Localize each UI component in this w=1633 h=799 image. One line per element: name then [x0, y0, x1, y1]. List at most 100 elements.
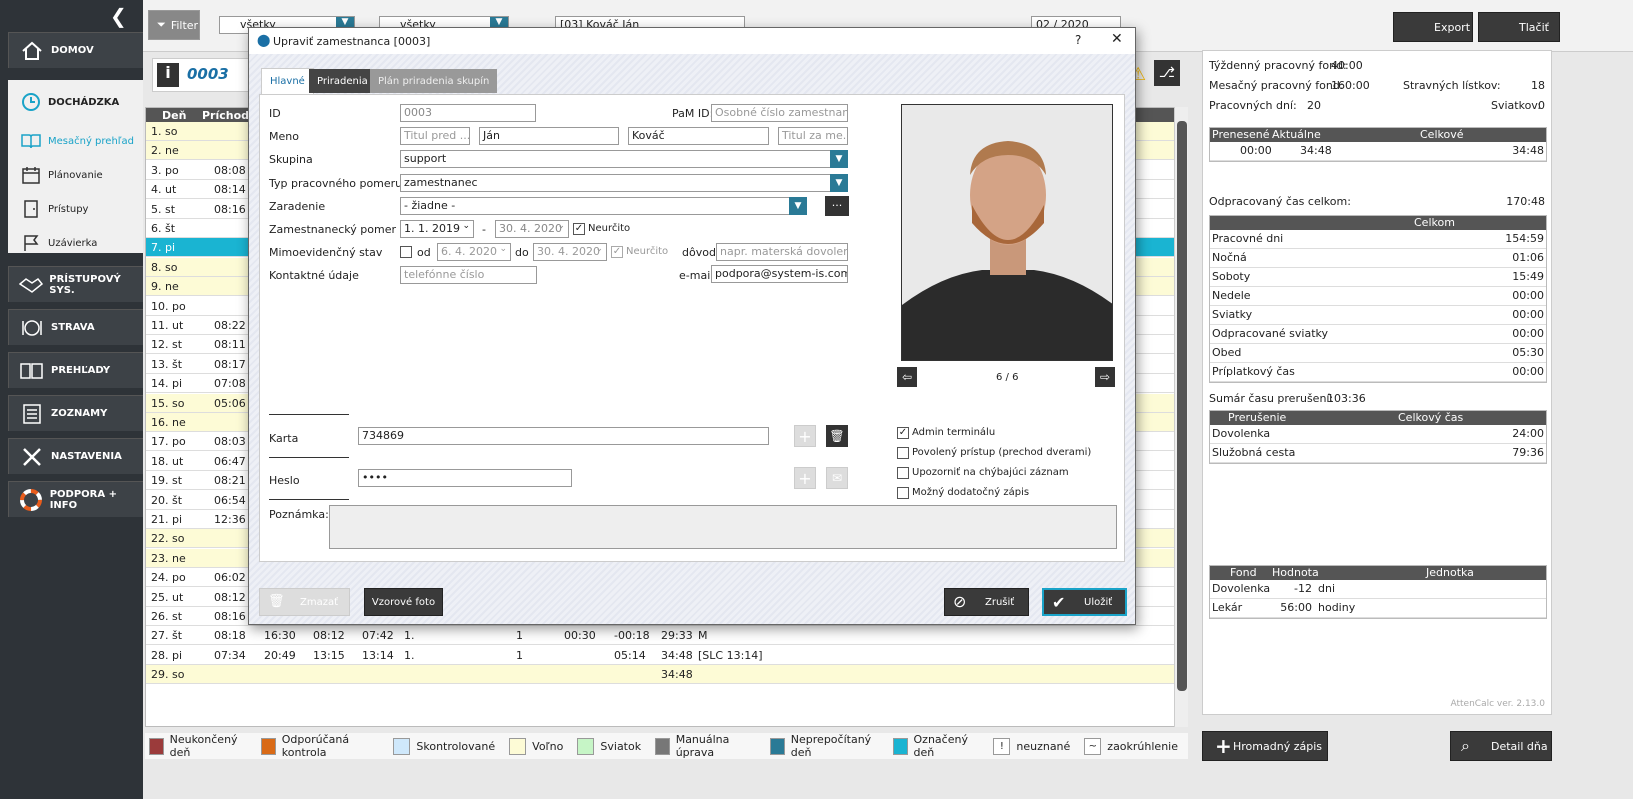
worked-row-value: 05:30 — [1512, 346, 1544, 359]
grid-scrollbar[interactable] — [1174, 107, 1188, 727]
grid-cell: 00:30 — [564, 629, 596, 643]
sample-photo-button[interactable]: Vzorové foto — [364, 588, 443, 616]
option-checkbox[interactable] — [897, 487, 909, 499]
photo-prev-button[interactable]: ⇦ — [897, 367, 917, 387]
worked-row-value: 154:59 — [1505, 232, 1544, 245]
extra-to-date[interactable]: 30. 4. 2020 ⌄ — [533, 243, 607, 261]
table-row[interactable]: 29. so 34:48 — [146, 665, 1176, 685]
password-field[interactable]: •••• — [358, 469, 572, 487]
indefinite2-checkbox[interactable]: ✓ — [611, 246, 623, 258]
last-name-field[interactable]: Kováč — [628, 127, 769, 145]
help-button[interactable]: ? — [1075, 33, 1081, 47]
sample-photo-label: Vzorové foto — [371, 596, 436, 608]
sidebar-item-uzavierka[interactable]: Uzávierka — [8, 226, 143, 260]
main-tab-panel: ID 0003 PaM ID: Osobné číslo zamestnan..… — [259, 94, 1125, 562]
title-after-field[interactable]: Titul za me... — [778, 127, 848, 145]
day-cell: 14. pi — [151, 377, 183, 391]
transfer-value: 34:48 — [1512, 144, 1544, 157]
table-row: Sviatky 00:00 — [1210, 306, 1546, 325]
extra-from-date[interactable]: 6. 4. 2020 ⌄ — [437, 243, 511, 261]
table-row[interactable]: 28. pi 07:34 20:49 13:15 13:14 1. 1 05:14 34:48 [… — [146, 646, 1176, 665]
nav-prehlady[interactable]: PREHĽADY — [8, 352, 143, 388]
phone-field[interactable]: telefónne číslo — [400, 266, 537, 284]
option-checkbox[interactable]: ✓ — [897, 427, 909, 439]
break-row-label: Služobná cesta — [1212, 446, 1296, 459]
legend-label: Skontrolované — [416, 739, 496, 753]
assign-select[interactable]: - žiadne - ▼ — [400, 197, 807, 215]
emp-from-date[interactable]: 1. 1. 2019 ⌄ — [400, 220, 474, 238]
arrival-cell: 06:54 — [214, 493, 246, 507]
option-checkbox[interactable] — [897, 447, 909, 459]
filter-button[interactable]: ⏷ Filter — [148, 10, 200, 40]
bulk-entry-button[interactable]: + Hromadný zápis — [1202, 731, 1328, 761]
day-cell: 28. pi — [151, 648, 183, 662]
pam-field[interactable]: Osobné číslo zamestnan... — [711, 104, 848, 122]
holidays-label: Sviatkov: — [1491, 99, 1541, 112]
export-button[interactable]: Export — [1393, 12, 1473, 42]
assign-more-label: ... — [831, 196, 843, 209]
nav-domov[interactable]: DOMOV — [8, 32, 143, 68]
sidebar-item-pristupy[interactable]: Prístupy — [8, 192, 143, 226]
tab-hlavne[interactable]: Hlavné — [261, 68, 314, 94]
email-field[interactable]: podpora@system-is.com — [711, 265, 848, 283]
photo-next-button[interactable]: ⇨ — [1095, 367, 1115, 387]
save-button[interactable]: ✔ Uložiť — [1042, 588, 1127, 616]
legend-label: Voľno — [532, 739, 564, 753]
day-cell: 29. so — [151, 668, 185, 682]
monthly-fund-label: Mesačný pracovný fond: — [1209, 79, 1344, 92]
pin-icon: ⬤ — [257, 33, 271, 47]
tab-plan-priradenia[interactable]: Plán priradenia skupín — [370, 69, 498, 93]
grid-cell: 34:48 — [661, 648, 693, 662]
extra-checkbox[interactable] — [400, 246, 412, 258]
legend-label: Neukončený deň — [169, 733, 238, 759]
day-detail-button[interactable]: ⌕ Detail dňa — [1450, 731, 1552, 761]
day-cell: 8. so — [151, 260, 178, 274]
nav-podpora[interactable]: PODPORA + INFO — [8, 481, 143, 517]
col-header: Prenesené — [1212, 128, 1270, 141]
sidebar-item-planovanie[interactable]: Plánovanie — [8, 158, 143, 192]
worked-row-value: 00:00 — [1512, 308, 1544, 321]
network-icon[interactable]: ⎇ — [1154, 60, 1180, 86]
close-icon[interactable]: ✕ — [1111, 31, 1123, 47]
cancel-button[interactable]: ⊘ Zrušiť — [944, 588, 1029, 616]
legend-swatch — [655, 737, 670, 755]
dialog-title: Upraviť zamestnanca [0003] — [273, 35, 431, 48]
assign-more-button[interactable]: ... — [825, 196, 849, 216]
sidebar-item-mesacny-prehlad[interactable]: Mesačný prehľad — [8, 124, 143, 158]
nav-zoznamy[interactable]: ZOZNAMY — [8, 395, 143, 431]
print-button[interactable]: Tlačiť — [1478, 12, 1560, 42]
id-field[interactable]: 0003 — [400, 104, 536, 122]
worked-table: Celkom Pracovné dni 154:59 Nočná 01:06 Sobot… — [1209, 215, 1547, 383]
mail-icon[interactable]: ✉ — [826, 467, 848, 489]
type-select[interactable]: zamestnanec ▼ — [400, 174, 848, 192]
arrival-cell: 08:17 — [214, 357, 246, 371]
scrollbar-thumb[interactable] — [1177, 121, 1187, 691]
group-select[interactable]: support ▼ — [400, 150, 848, 168]
arrival-cell: 08:08 — [214, 163, 246, 177]
trash-icon[interactable]: 🗑 — [826, 425, 848, 447]
nav-nastavenia-label: NASTAVENIA — [51, 451, 122, 462]
add-password-icon[interactable]: + — [794, 467, 816, 489]
emp-to-date[interactable]: 30. 4. 2020 ⌄ — [495, 220, 569, 238]
nav-pristupovy-sys[interactable]: PRÍSTUPOVÝ SYS. — [8, 266, 143, 302]
reason-field[interactable]: napr. materská dovolenka — [716, 243, 848, 261]
nav-dochadzka[interactable]: DOCHÁDZKA — [8, 80, 143, 124]
table-row[interactable]: 27. št 08:18 16:30 08:12 07:42 1. 1 00:30 -00:18… — [146, 626, 1176, 646]
delete-button[interactable]: 🗑 Zmazať — [259, 588, 350, 616]
indefinite-checkbox[interactable]: ✓ — [573, 223, 585, 235]
legend-swatch — [149, 737, 164, 755]
nav-strava[interactable]: STRAVA — [8, 309, 143, 345]
break-value: 103:36 — [1327, 392, 1366, 405]
title-before-field[interactable]: Titul pred ... — [400, 127, 470, 145]
nav-nastavenia[interactable]: NASTAVENIA — [8, 438, 143, 474]
add-card-icon[interactable]: + — [794, 425, 816, 447]
tab-priradenia[interactable]: Priradenia — [309, 69, 376, 93]
arrival-cell: 08:16 — [214, 202, 246, 216]
first-name-field[interactable]: Ján — [479, 127, 619, 145]
od-label: od — [417, 246, 431, 259]
note-textarea[interactable] — [329, 505, 1117, 549]
collapse-sidebar-icon[interactable]: ❮ — [110, 4, 127, 28]
card-field[interactable]: 734869 — [358, 427, 769, 445]
chevron-down-icon: ⌄ — [595, 244, 603, 254]
option-checkbox[interactable] — [897, 467, 909, 479]
